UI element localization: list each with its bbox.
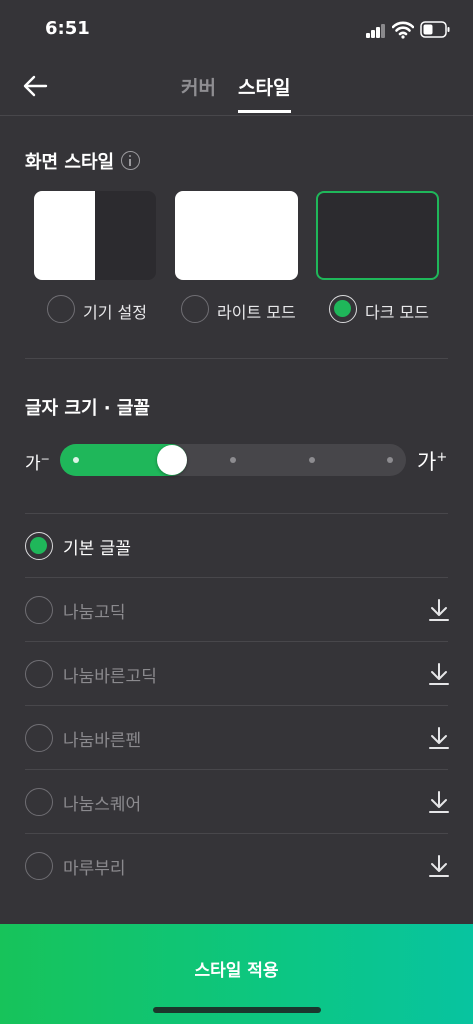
font-name: 나눔스퀘어 <box>63 795 142 815</box>
status-time: 6:51 <box>45 18 90 39</box>
slider-thumb[interactable] <box>156 445 187 475</box>
font-name: 나눔고딕 <box>63 603 126 623</box>
radio-button[interactable] <box>25 724 53 752</box>
home-indicator <box>153 1007 321 1013</box>
font-size-large-label: 가+ <box>417 450 448 474</box>
status-bar: 6:51 <box>0 0 473 60</box>
tab-cover[interactable]: 커버 <box>181 73 216 100</box>
slider-step-dot <box>308 457 315 463</box>
download-icon[interactable] <box>428 598 450 622</box>
slider-step-dot <box>73 457 79 463</box>
font-list-item[interactable]: 마루부리 <box>25 833 450 897</box>
cellular-signal-icon <box>366 24 386 38</box>
section-divider <box>25 358 448 359</box>
screen-style-title: 화면 스타일 <box>25 152 115 173</box>
dark-mode-preview[interactable] <box>316 191 439 280</box>
device-setting-preview[interactable] <box>34 191 156 280</box>
font-list-item[interactable]: 나눔바른고딕 <box>25 641 450 705</box>
slider-step-dot <box>387 457 393 463</box>
font-name: 나눔바른고딕 <box>63 667 157 687</box>
info-icon[interactable] <box>121 151 140 170</box>
radio-button[interactable] <box>25 852 53 880</box>
download-icon[interactable] <box>428 790 450 814</box>
slider-step-dot <box>230 457 236 463</box>
download-icon[interactable] <box>428 726 450 750</box>
tab-style[interactable]: 스타일 <box>238 73 290 100</box>
battery-icon <box>420 21 450 38</box>
font-size-small-label: 가− <box>25 452 50 474</box>
radio-button-checked[interactable] <box>329 295 357 323</box>
font-list-item[interactable]: 나눔고딕 <box>25 577 450 641</box>
font-size-slider[interactable] <box>60 444 406 476</box>
apply-style-button[interactable]: 스타일 적용 <box>0 924 473 1024</box>
radio-button[interactable] <box>25 596 53 624</box>
preview-dark-half <box>95 191 156 280</box>
font-name: 마루부리 <box>63 859 126 879</box>
font-name: 나눔바른펜 <box>63 731 142 751</box>
active-tab-indicator <box>238 110 291 113</box>
font-list-item[interactable]: 나눔바른펜 <box>25 705 450 769</box>
preview-light-half <box>34 191 95 280</box>
font-list-item[interactable]: 나눔스퀘어 <box>25 769 450 833</box>
header: 커버 스타일 <box>0 60 473 116</box>
radio-button[interactable] <box>25 788 53 816</box>
radio-button-checked[interactable] <box>25 532 53 560</box>
mode-label: 다크 모드 <box>365 303 429 322</box>
radio-button[interactable] <box>25 660 53 688</box>
mode-label: 기기 설정 <box>83 303 147 322</box>
radio-button[interactable] <box>181 295 209 323</box>
mode-label: 라이트 모드 <box>217 303 296 322</box>
back-arrow-icon[interactable] <box>20 72 52 100</box>
light-mode-preview[interactable] <box>175 191 298 280</box>
wifi-icon <box>392 21 414 39</box>
font-list-item[interactable]: 기본 글꼴 <box>25 513 448 577</box>
apply-style-label: 스타일 적용 <box>194 961 279 981</box>
font-name: 기본 글꼴 <box>63 539 131 559</box>
radio-button[interactable] <box>47 295 75 323</box>
font-size-title: 글자 크기 · 글꼴 <box>25 398 150 419</box>
download-icon[interactable] <box>428 662 450 686</box>
download-icon[interactable] <box>428 854 450 878</box>
